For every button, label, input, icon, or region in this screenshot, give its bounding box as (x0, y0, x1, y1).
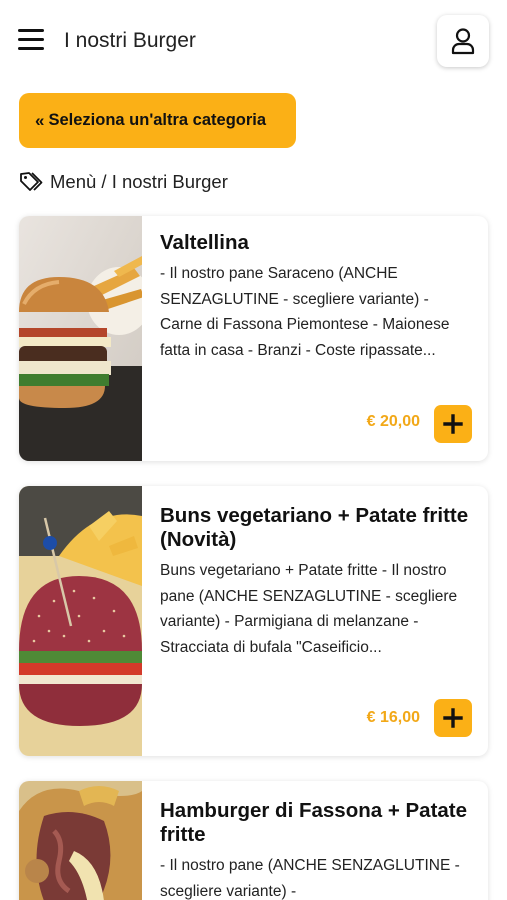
double-chevron-left-icon: « (35, 110, 45, 130)
product-image (19, 216, 142, 461)
product-name: Buns vegetariano + Patate fritte (Novità… (160, 504, 469, 551)
product-description: Buns vegetariano + Patate fritte - Il no… (160, 562, 458, 656)
user-icon (451, 28, 475, 55)
product-price: € 16,00 (366, 709, 420, 726)
product-name: Hamburger di Fassona + Patate fritte (160, 799, 468, 846)
user-account-button[interactable] (437, 15, 489, 67)
select-other-category-label: Seleziona un'altra categoria (48, 111, 267, 129)
tag-icon (20, 172, 43, 191)
plus-icon (443, 708, 463, 728)
product-description: - Il nostro pane Saraceno (ANCHE SENZAGL… (160, 265, 450, 359)
product-image (19, 486, 142, 756)
product-card[interactable]: Valtellina - Il nostro pane Saraceno (AN… (19, 216, 488, 461)
product-card[interactable]: Buns vegetariano + Patate fritte (Novità… (19, 486, 488, 756)
plus-icon (443, 414, 463, 434)
page-title: I nostri Burger (64, 29, 196, 52)
product-image (19, 781, 142, 900)
breadcrumb-text: Menù / I nostri Burger (50, 171, 228, 192)
add-to-cart-button[interactable] (434, 699, 472, 737)
breadcrumb: Menù / I nostri Burger (19, 169, 228, 195)
select-other-category-button[interactable]: « Seleziona un'altra categoria (19, 93, 296, 148)
hamburger-menu-icon[interactable] (18, 29, 44, 51)
top-bar: I nostri Burger (0, 0, 507, 84)
product-price: € 20,00 (366, 413, 420, 430)
product-name: Valtellina (160, 231, 249, 254)
product-description: - Il nostro pane (ANCHE SENZAGLUTINE - s… (160, 857, 460, 900)
add-to-cart-button[interactable] (434, 405, 472, 443)
product-card[interactable]: Hamburger di Fassona + Patate fritte - I… (19, 781, 488, 900)
